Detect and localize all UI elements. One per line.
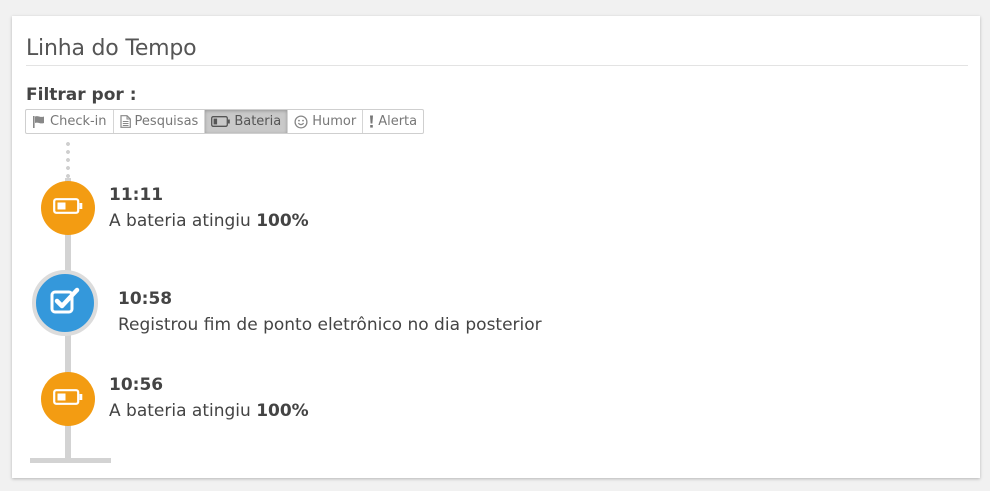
entry-message: A bateria atingiu 100% — [109, 400, 309, 422]
entry-value: 100% — [256, 211, 309, 231]
entry-message: A bateria atingiu 100% — [109, 210, 309, 232]
filter-checkin-label: Check-in — [50, 114, 107, 129]
filter-bateria-label: Bateria — [234, 114, 282, 129]
timeline-node-battery — [41, 181, 95, 235]
smiley-icon — [294, 114, 308, 129]
timeline-entry: 10:58 Registrou fim de ponto eletrônico … — [118, 288, 542, 336]
filter-checkin-button[interactable]: Check-in — [26, 110, 114, 133]
flag-icon — [32, 115, 46, 128]
battery-icon — [211, 116, 231, 127]
title-divider — [26, 65, 968, 66]
document-icon — [119, 115, 131, 128]
filter-humor-label: Humor — [312, 114, 357, 129]
entry-time: 11:11 — [109, 185, 164, 205]
timeline-dotted-start — [66, 140, 70, 178]
entry-value: 100% — [256, 401, 309, 421]
filter-button-group: Check-in Pesquisas Bateria Humor Alerta — [25, 109, 425, 134]
timeline-node-checkbox — [32, 270, 98, 336]
entry-time: 10:56 — [109, 375, 164, 395]
battery-icon — [53, 389, 83, 409]
timeline-entry: 10:56 A bateria atingiu 100% — [109, 374, 309, 422]
card-title: Linha do Tempo — [26, 36, 197, 61]
timeline-base — [30, 458, 111, 463]
filter-pesquisas-button[interactable]: Pesquisas — [114, 110, 206, 133]
filter-alerta-button[interactable]: Alerta — [363, 110, 423, 133]
filter-bateria-button[interactable]: Bateria — [205, 110, 289, 133]
timeline-card: Linha do Tempo Filtrar por : Check-in Pe… — [12, 16, 980, 478]
entry-text: A bateria atingiu — [109, 211, 257, 231]
filter-label: Filtrar por : — [26, 85, 137, 105]
battery-icon — [53, 198, 83, 218]
exclamation-icon — [369, 115, 374, 128]
entry-message: Registrou fim de ponto eletrônico no dia… — [118, 315, 542, 335]
filter-humor-button[interactable]: Humor — [288, 110, 364, 133]
timeline-node-battery — [41, 372, 95, 426]
entry-time: 10:58 — [118, 289, 173, 309]
timeline-entry: 11:11 A bateria atingiu 100% — [109, 184, 309, 232]
filter-alerta-label: Alerta — [378, 114, 418, 129]
entry-text: A bateria atingiu — [109, 401, 257, 421]
filter-pesquisas-label: Pesquisas — [134, 114, 199, 129]
checkbox-icon — [50, 287, 80, 319]
